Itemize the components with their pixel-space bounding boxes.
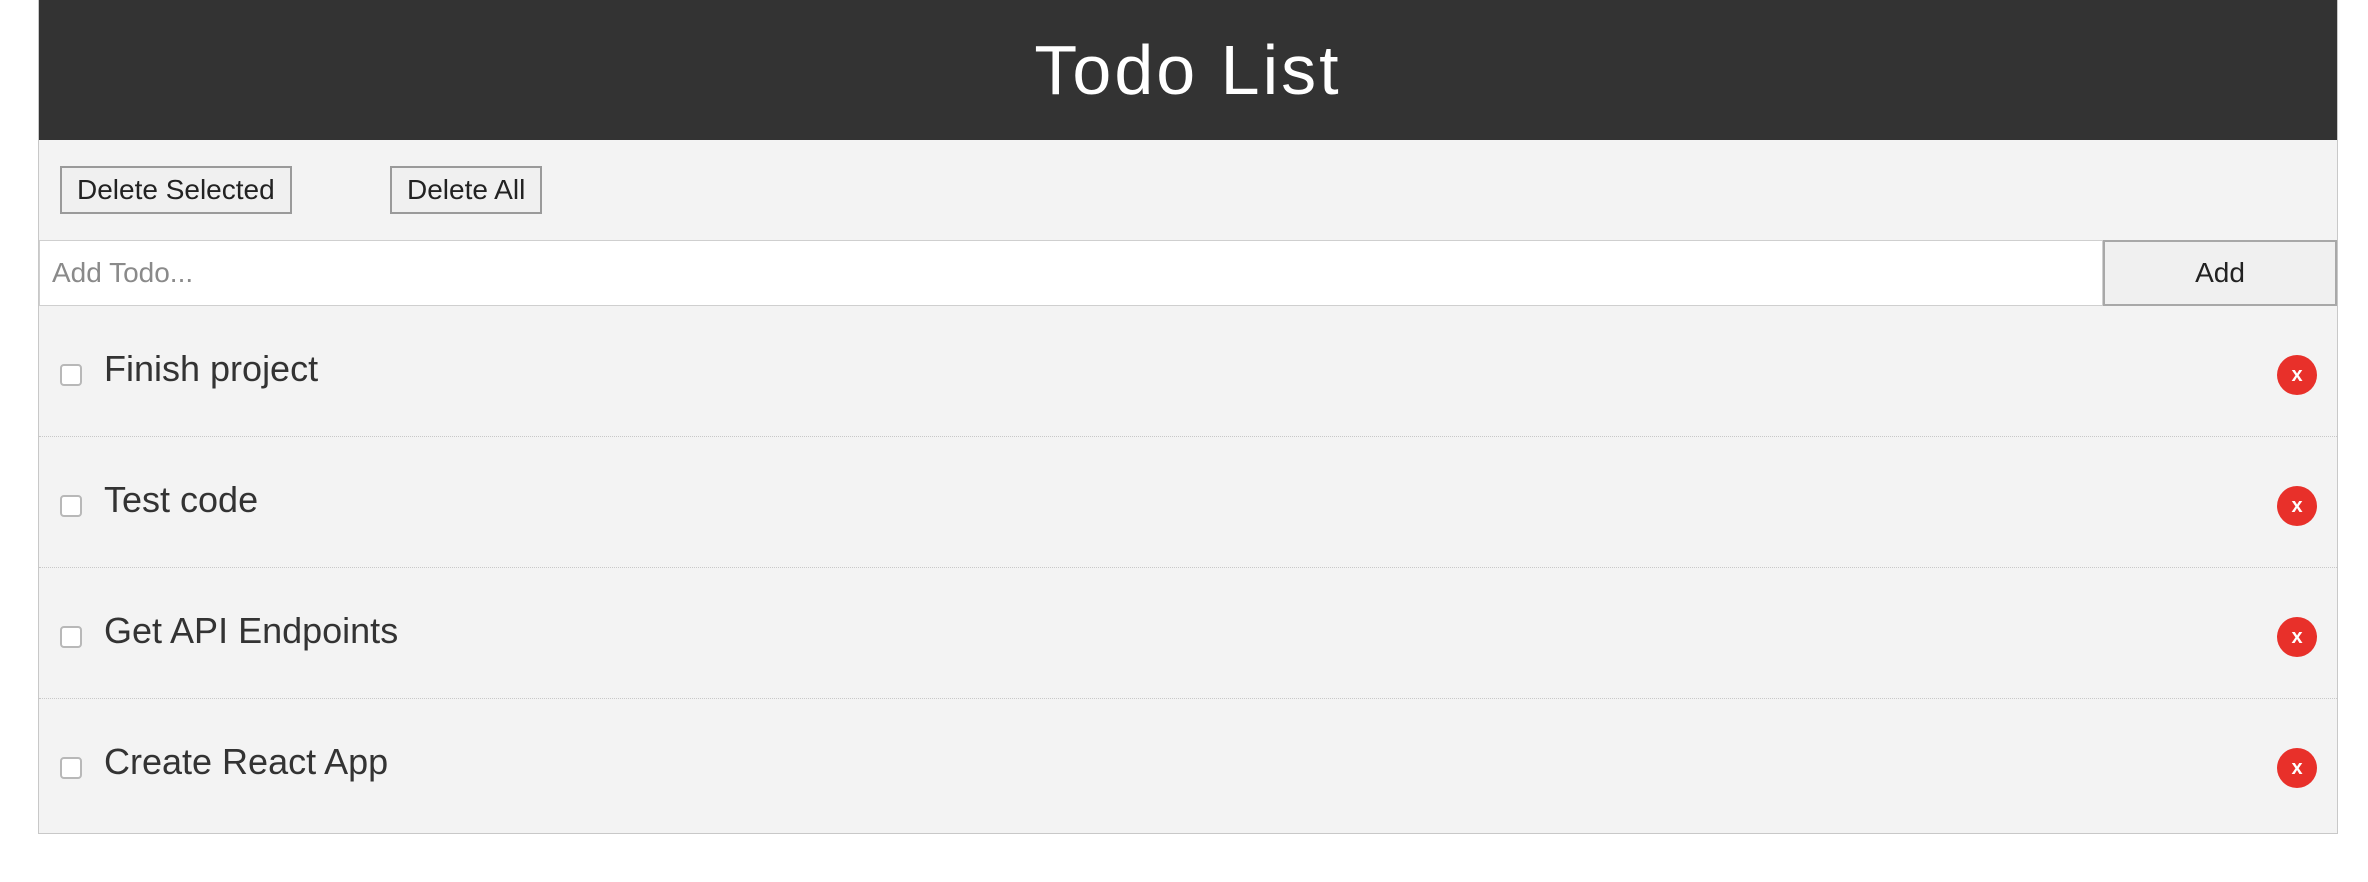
todo-item: Create React App x xyxy=(39,699,2337,830)
todo-item: Finish project x xyxy=(39,306,2337,437)
todo-checkbox[interactable] xyxy=(60,757,82,779)
header-bar: Todo List xyxy=(39,0,2337,140)
todo-item: Get API Endpoints x xyxy=(39,568,2337,699)
delete-selected-button[interactable]: Delete Selected xyxy=(60,166,292,214)
todo-app: Todo List Delete Selected Delete All Add… xyxy=(38,0,2338,834)
delete-all-button[interactable]: Delete All xyxy=(390,166,543,214)
page-title: Todo List xyxy=(1034,31,1342,109)
todo-list: Finish project x Test code x Get API End… xyxy=(39,306,2337,830)
todo-text: Finish project xyxy=(104,348,319,389)
add-button[interactable]: Add xyxy=(2103,240,2337,306)
delete-todo-button[interactable]: x xyxy=(2277,486,2317,526)
todo-text: Get API Endpoints xyxy=(104,610,399,651)
delete-todo-button[interactable]: x xyxy=(2277,617,2317,657)
delete-todo-button[interactable]: x xyxy=(2277,748,2317,788)
todo-checkbox[interactable] xyxy=(60,626,82,648)
todo-item: Test code x xyxy=(39,437,2337,568)
add-todo-input[interactable] xyxy=(39,240,2103,306)
todo-text: Create React App xyxy=(104,741,389,782)
add-todo-form: Add xyxy=(39,240,2337,306)
todo-checkbox[interactable] xyxy=(60,364,82,386)
delete-todo-button[interactable]: x xyxy=(2277,355,2317,395)
todo-checkbox[interactable] xyxy=(60,495,82,517)
todo-text: Test code xyxy=(104,479,259,520)
toolbar: Delete Selected Delete All xyxy=(39,140,2337,240)
